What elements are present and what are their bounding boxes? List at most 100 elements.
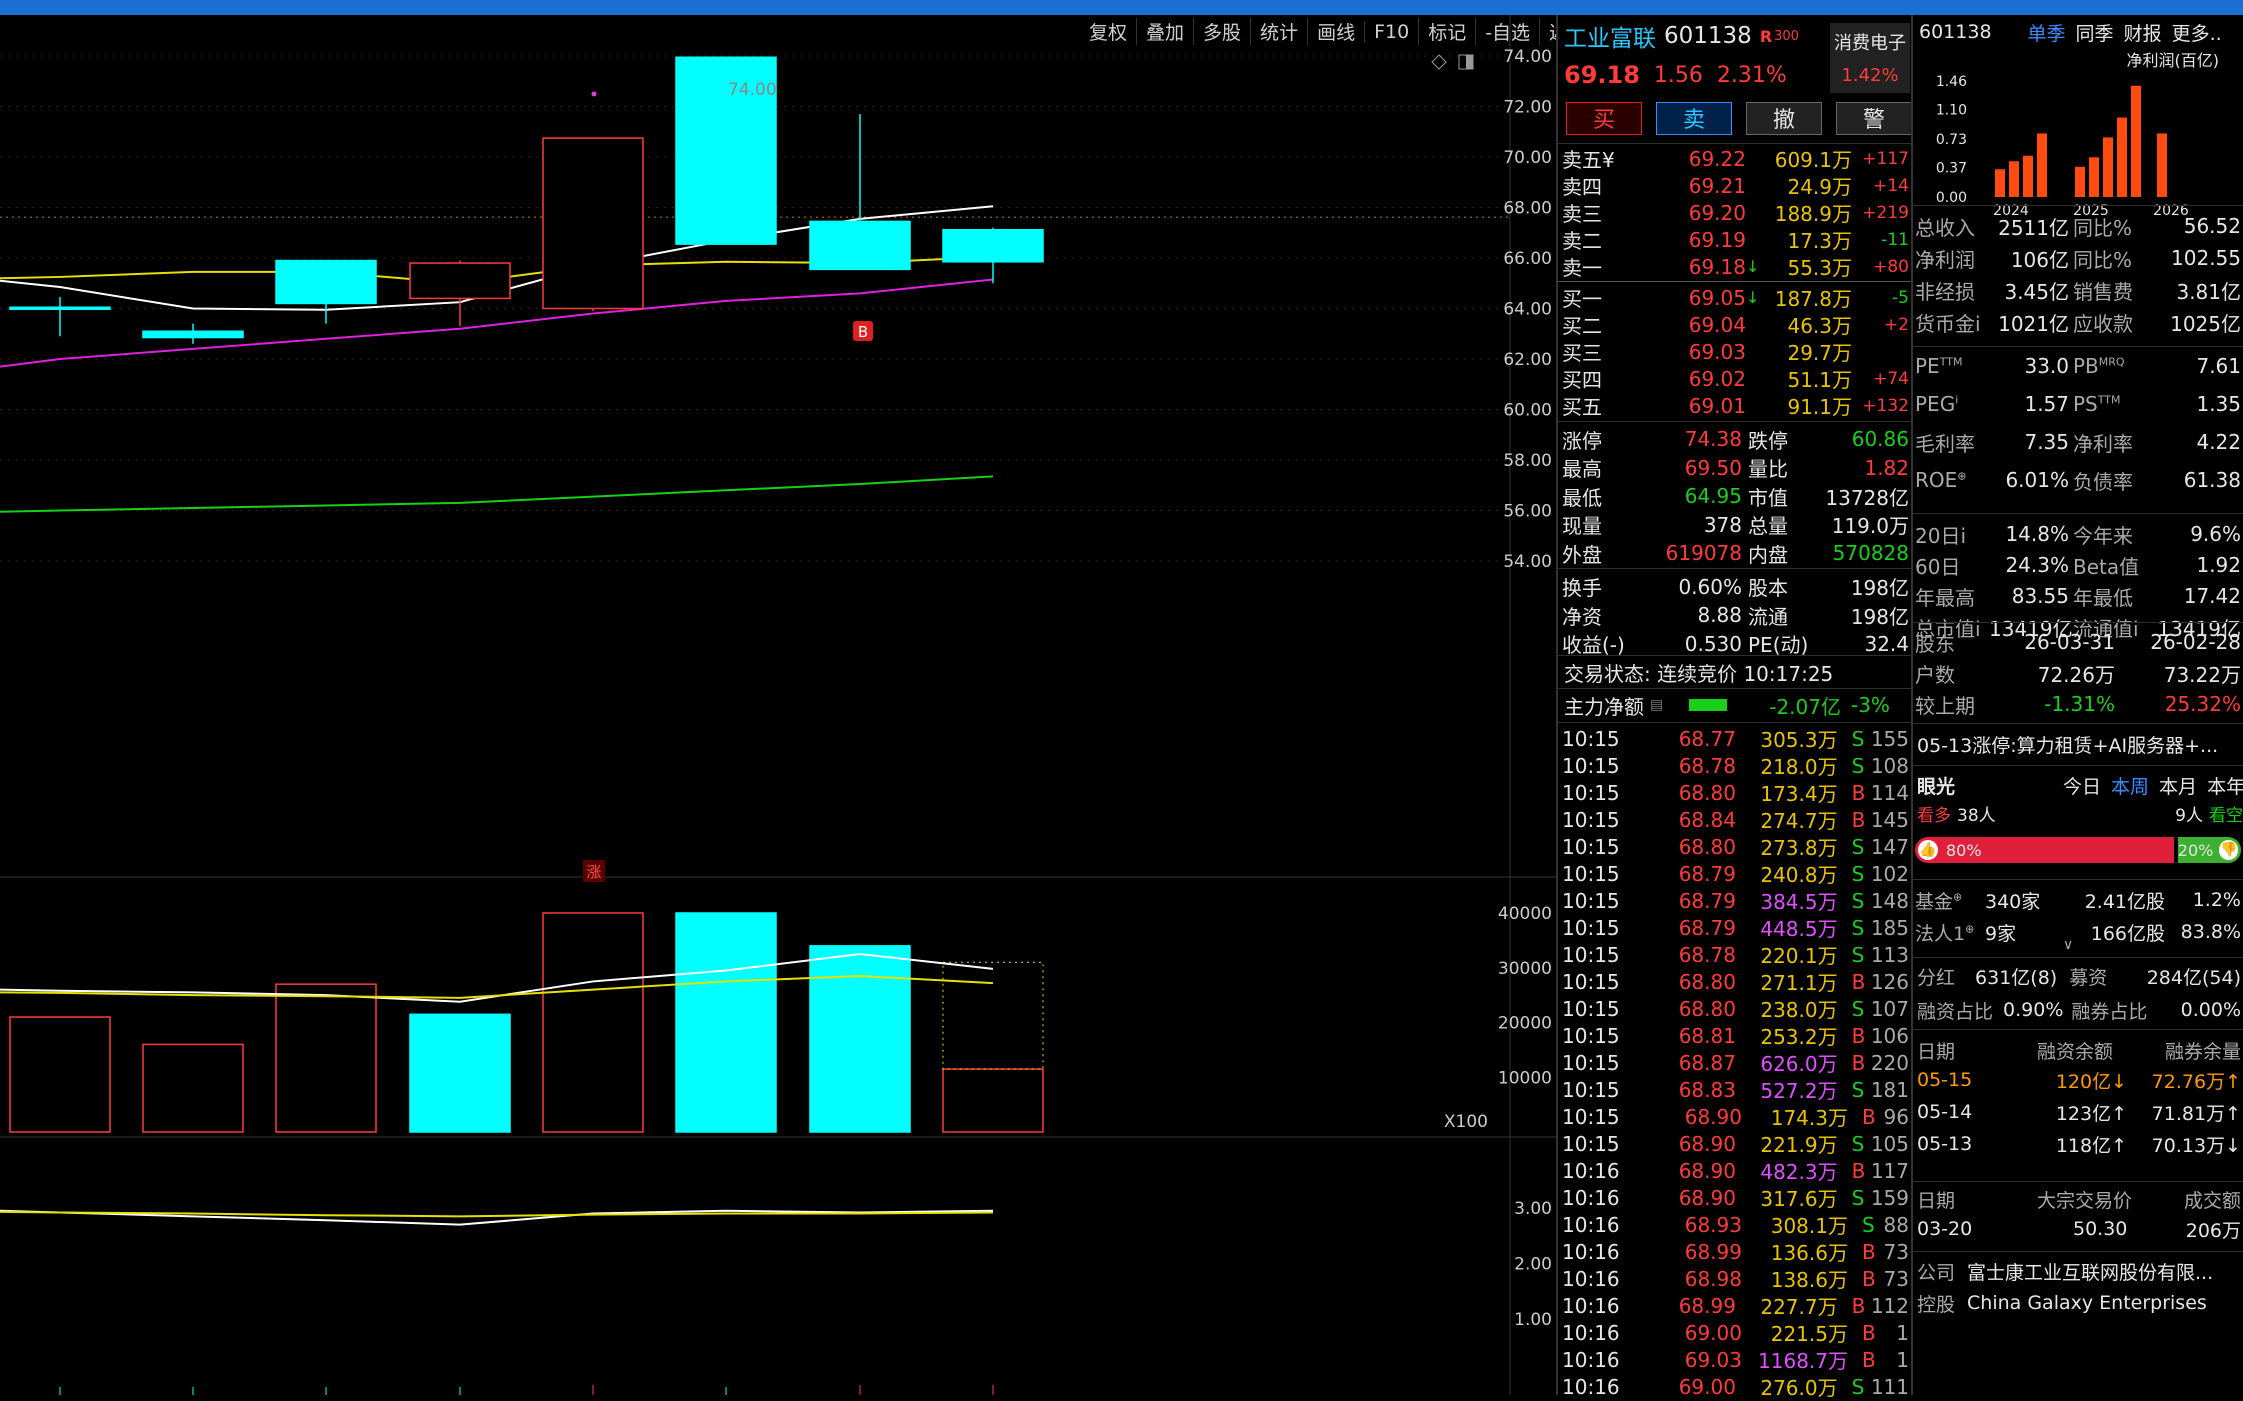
tick-row[interactable]: 10:15 68.90 174.3万 B 96	[1558, 1103, 1913, 1131]
tick-row[interactable]: 10:16 68.98 138.6万 B 73	[1558, 1265, 1913, 1293]
tick-row[interactable]: 10:15 68.80 273.8万 S 147	[1558, 833, 1913, 861]
alert-button[interactable]: 警	[1836, 101, 1912, 135]
tick-row[interactable]: 10:15 68.79 240.8万 S 102	[1558, 860, 1913, 888]
candle-body[interactable]	[542, 137, 644, 310]
eye-tab-week[interactable]: 本周	[2111, 772, 2149, 799]
tick-row[interactable]: 10:15 68.80 238.0万 S 107	[1558, 995, 1913, 1023]
main-net-row[interactable]: 主力净额 ▤ -2.07亿 -3%	[1558, 691, 1913, 719]
tick-row[interactable]: 10:15 68.81 253.2万 B 106	[1558, 1022, 1913, 1050]
volume-bar[interactable]	[542, 912, 644, 1133]
toolbar-watchlist[interactable]: -自选	[1475, 18, 1539, 45]
bid-row[interactable]: 买二 69.04 46.3万 +2	[1558, 311, 1913, 339]
sell-button[interactable]: 卖	[1656, 101, 1732, 135]
candle-body[interactable]	[275, 259, 377, 305]
tick-row[interactable]: 10:15 68.87 626.0万 B 220	[1558, 1049, 1913, 1077]
fin-bar[interactable]	[2117, 117, 2127, 197]
bid-row[interactable]: 买四 69.02 51.1万 +74	[1558, 365, 1913, 393]
candle-body[interactable]	[142, 330, 244, 339]
tick-row[interactable]: 10:16 69.03 1168.7万 B 1	[1558, 1346, 1913, 1374]
price-tick-label: 58.00	[1503, 451, 1552, 471]
fin-bar[interactable]	[2131, 85, 2141, 197]
ask-row[interactable]: 卖一 69.18 ↓ 55.3万 +80	[1558, 253, 1913, 281]
candle-body[interactable]	[409, 262, 511, 300]
tick-row[interactable]: 10:16 68.99 136.6万 B 73	[1558, 1238, 1913, 1266]
fin-bar[interactable]	[2023, 155, 2033, 197]
tick-row[interactable]: 10:15 68.78 218.0万 S 108	[1558, 752, 1913, 780]
volume-bar[interactable]	[809, 945, 911, 1133]
tick-row[interactable]: 10:15 68.84 274.7万 B 145	[1558, 806, 1913, 834]
ask-volume: 188.9万	[1774, 202, 1852, 226]
net-profit-chart[interactable]: 净利润(百亿) 1.461.100.730.370.00 2024 2025 202…	[1913, 45, 2243, 225]
toolbar-statistics[interactable]: 统计	[1250, 18, 1307, 45]
fin-bar[interactable]	[2037, 133, 2047, 197]
tick-row[interactable]: 10:15 68.79 384.5万 S 148	[1558, 887, 1913, 915]
tick-row[interactable]: 10:15 68.83 527.2万 S 181	[1558, 1076, 1913, 1104]
tick-row[interactable]: 10:16 69.00 276.0万 S 111	[1558, 1373, 1913, 1401]
volume-bar[interactable]	[942, 1068, 1044, 1133]
tick-row[interactable]: 10:16 68.90 482.3万 B 117	[1558, 1157, 1913, 1185]
tick-row[interactable]: 10:15 68.80 271.1万 B 126	[1558, 968, 1913, 996]
tick-row[interactable]: 10:15 68.80 173.4万 B 114	[1558, 779, 1913, 807]
fin-bar[interactable]	[2009, 161, 2019, 197]
ask-row[interactable]: 卖二 69.19 17.3万 -11	[1558, 226, 1913, 254]
toolbar-mark[interactable]: 标记	[1418, 18, 1475, 45]
bid-row[interactable]: 买五 69.01 91.1万 +132	[1558, 392, 1913, 420]
ask-row[interactable]: 卖五¥ 69.22 609.1万 +117	[1558, 145, 1913, 173]
tick-row[interactable]: 10:15 68.78 220.1万 S 113	[1558, 941, 1913, 969]
tick-row[interactable]: 10:16 68.90 317.6万 S 159	[1558, 1184, 1913, 1212]
kline-chart[interactable]: 74.00 72.00 70.00 68.00 66.00 64.00 62.00 60.00…	[0, 15, 1556, 1395]
fin-bar[interactable]	[2075, 166, 2085, 197]
fin-tab-single-quarter[interactable]: 单季	[2028, 19, 2066, 46]
chart-settings-icon[interactable]	[1458, 54, 1474, 70]
tick-row[interactable]: 10:16 68.99 227.7万 B 112	[1558, 1292, 1913, 1320]
kline-chart-area[interactable]: 74.00 72.00 70.00 68.00 66.00 64.00 62.00 60.00…	[0, 15, 1556, 1395]
ask-row[interactable]: 卖四 69.21 24.9万 +14	[1558, 172, 1913, 200]
fin-bar[interactable]	[1995, 169, 2005, 197]
cancel-button[interactable]: 撤	[1746, 101, 1822, 135]
toolbar-f10[interactable]: F10	[1364, 20, 1418, 43]
tick-volume: 221.5万	[1770, 1322, 1848, 1346]
buy-marker[interactable]: B	[853, 321, 873, 341]
bear-bar[interactable]: 20% 👎	[2177, 837, 2241, 863]
fin-tab-more[interactable]: 更多..	[2172, 19, 2222, 46]
expand-chevron-icon[interactable]: ∨	[2063, 937, 2073, 953]
tick-row[interactable]: 10:15 68.77 305.3万 S 155	[1558, 725, 1913, 753]
toolbar-draw[interactable]: 画线	[1307, 18, 1364, 45]
volume-bar[interactable]	[142, 1043, 244, 1133]
news-headline[interactable]: 05-13涨停:算力租赁+AI服务器+...	[1917, 731, 2218, 758]
tick-row[interactable]: 10:16 69.00 221.5万 B 1	[1558, 1319, 1913, 1347]
volume-bar[interactable]	[409, 1013, 511, 1133]
tick-volume: 227.7万	[1760, 1295, 1838, 1319]
volume-bar[interactable]	[9, 1016, 111, 1133]
toolbar-overlay[interactable]: 叠加	[1136, 18, 1193, 45]
candle-body[interactable]	[809, 220, 911, 271]
tick-row[interactable]: 10:16 68.93 308.1万 S 88	[1558, 1211, 1913, 1239]
fin-bar[interactable]	[2103, 137, 2113, 197]
diamond-icon[interactable]	[1431, 54, 1447, 70]
eye-tab-today[interactable]: 今日	[2063, 772, 2101, 799]
fin-bar[interactable]	[2089, 157, 2099, 197]
tick-time: 10:15	[1562, 834, 1620, 859]
toolbar-multi-stock[interactable]: 多股	[1193, 18, 1250, 45]
fin-bar[interactable]	[2157, 133, 2167, 197]
buy-button[interactable]: 买	[1566, 101, 1642, 135]
sentiment-bar[interactable]: 👍 80% 20% 👎	[1915, 837, 2241, 863]
candle-body[interactable]	[942, 228, 1044, 263]
toolbar-fuquan[interactable]: 复权	[1080, 18, 1136, 45]
limit-up-marker[interactable]: 涨	[583, 860, 605, 882]
tick-side: S	[1851, 1131, 1865, 1156]
bid-row[interactable]: 买三 69.03 29.7万	[1558, 338, 1913, 366]
eye-tab-year[interactable]: 本年	[2207, 772, 2243, 799]
fin-tab-report[interactable]: 财报	[2124, 19, 2162, 46]
news-row[interactable]: 05-13涨停:算力租赁+AI服务器+...	[1913, 727, 2243, 761]
volume-bar[interactable]	[675, 912, 777, 1133]
tick-row[interactable]: 10:15 68.90 221.9万 S 105	[1558, 1130, 1913, 1158]
volume-bar[interactable]	[275, 983, 377, 1133]
tick-row[interactable]: 10:15 68.79 448.5万 S 185	[1558, 914, 1913, 942]
bull-bar[interactable]: 👍 80%	[1915, 837, 2174, 863]
eye-tab-month[interactable]: 本月	[2159, 772, 2197, 799]
bid-row[interactable]: 买一 69.05 ↓ 187.8万 -5	[1558, 284, 1913, 312]
fin-tab-same-quarter[interactable]: 同季	[2076, 19, 2114, 46]
ask-row[interactable]: 卖三 69.20 188.9万 +219	[1558, 199, 1913, 227]
candle-body[interactable]	[9, 306, 111, 310]
